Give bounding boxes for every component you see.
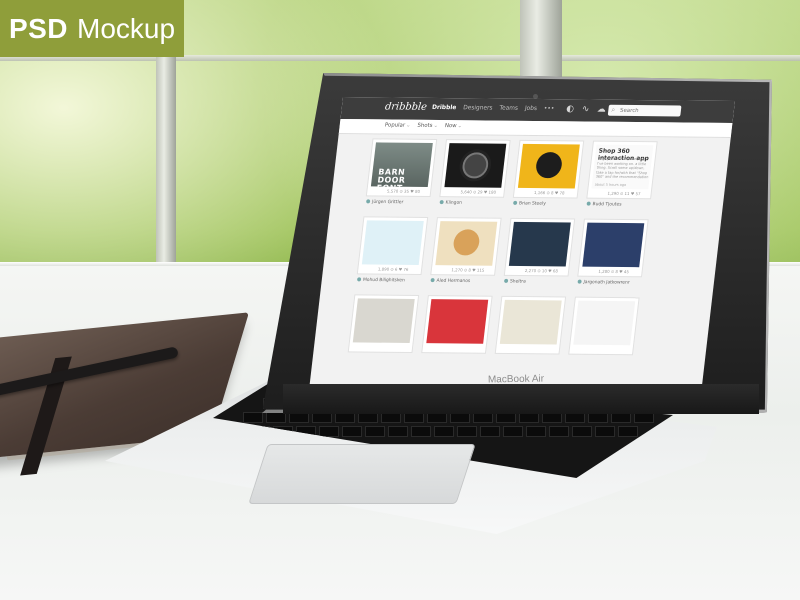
shot-frame: Shop 360 interaction app Hi guys, there … [587,141,657,199]
trackpad [248,444,476,504]
filter-popular[interactable]: Popular⌄ [384,122,410,128]
search-input[interactable] [607,104,682,117]
shot-author[interactable]: Brian Steely [512,200,546,207]
author-avatar [577,279,582,284]
shot-frame [422,296,492,353]
shot-card[interactable]: 1,890 ⊙ 6 ♥ 76 Mohud Bilighitsken [356,217,428,283]
author-avatar [430,278,435,283]
shot-frame: BARN DOOR FONT 5,570 ⊙ 35 ♥ 80 [366,139,437,196]
author-avatar [356,277,362,282]
shot-frame [348,295,419,352]
shot-card[interactable] [495,296,566,354]
shot-card[interactable]: 2,270 ⊙ 10 ♥ 68 Sheltra [503,218,575,285]
nav-item-dribble[interactable]: Dribble [432,104,457,111]
screen-bottom-bezel [283,384,759,414]
window-pillar-left [156,55,176,275]
shot-card[interactable]: 5,640 ⊙ 29 ♥ 180 Klingon [439,140,510,206]
author-avatar [586,201,591,206]
shot-card[interactable]: 1,166 ⊙ 8 ♥ 78 Brian Steely [512,140,584,207]
shot-thumbnail[interactable] [508,221,571,267]
laptop-model-label: MacBook Air [487,373,545,386]
shot-artwork-text: BARN DOOR FONT [376,167,406,187]
shot-stats: 1,166 ⊙ 8 ♥ 78 [533,190,565,196]
shot-thumbnail[interactable] [352,298,415,343]
shot-frame: 1,270 ⊙ 8 ♥ 115 [431,218,501,275]
shot-author[interactable]: Mohud Bilighitsken [356,277,405,283]
shot-stats: 1,290 ⊙ 11 ♥ 57 [607,190,641,197]
shot-card[interactable] [569,297,639,355]
upload-icon[interactable]: ☁ [596,105,606,115]
chevron-down-icon: ⌄ [433,122,439,130]
filter-now[interactable]: Now⌄ [444,123,462,129]
filter-list: Popular⌄ Shots⌄ Now⌄ [384,122,462,129]
shot-thumbnail[interactable] [435,221,498,266]
shot-thumbnail[interactable] [517,143,580,189]
shot-frame [495,296,566,354]
nav-item-jobs[interactable]: Jobs [524,105,537,112]
site-logo[interactable]: dribbble [384,101,427,112]
shot-frame [569,297,639,355]
shot-thumbnail[interactable] [444,143,507,188]
header-icons: ◐ ∿ ☁ [566,104,607,114]
shot-frame: 1,890 ⊙ 6 ♥ 76 [357,217,428,274]
shot-frame: 5,640 ⊙ 29 ♥ 180 [440,140,510,197]
shot-stats: 1,270 ⊙ 8 ♥ 115 [451,267,485,273]
shot-author[interactable]: Klingon [439,200,462,206]
sun-artwork [534,152,564,179]
shot-stats: 5,570 ⊙ 35 ♥ 80 [386,188,421,194]
shot-text-body: Hi guys, there is something I've been wo… [595,156,649,180]
filter-shots[interactable]: Shots⌄ [417,123,438,129]
nav-item-designers[interactable]: Designers [463,104,493,111]
shot-stats: 1,890 ⊙ 6 ♥ 76 [377,266,409,272]
badge-title-light: Mockup [77,12,176,44]
shot-card[interactable]: BARN DOOR FONT 5,570 ⊙ 35 ♥ 80 Jürgen Gr… [365,139,437,205]
shot-author[interactable]: Sheltra [503,278,526,285]
author-avatar [365,199,371,204]
badge-artwork [452,229,481,256]
nav-item-teams[interactable]: Teams [499,105,518,112]
shot-card[interactable]: 1,270 ⊙ 8 ♥ 115 Aled Hermanos [430,218,501,284]
activity-icon[interactable]: ∿ [581,104,590,114]
shot-frame: 1,280 ⊙ 8 ♥ 45 [578,219,648,277]
shot-author[interactable]: Jargonath Jatkowrenr [577,279,630,286]
shot-thumbnail[interactable] [426,299,489,344]
shot-thumbnail[interactable]: Shop 360 interaction app Hi guys, there … [591,144,654,190]
shot-stats: 1,280 ⊙ 8 ♥ 45 [598,268,630,275]
shot-card[interactable]: Shop 360 interaction app Hi guys, there … [586,141,657,207]
shot-thumbnail[interactable] [582,222,645,268]
shot-author[interactable]: Budd Tjoutes [586,201,622,207]
shot-text-footer: about 5 hours ago [594,182,627,187]
mockup-badge: PSD Mockup [0,0,184,57]
shot-thumbnail[interactable] [361,220,424,265]
avatar-icon[interactable]: ◐ [566,104,575,114]
shot-card[interactable]: 1,280 ⊙ 8 ♥ 45 Jargonath Jatkowrenr [577,219,648,286]
shot-thumbnail[interactable]: BARN DOOR FONT [370,142,433,187]
shot-thumbnail[interactable] [573,300,636,346]
shot-stats: 2,270 ⊙ 10 ♥ 68 [524,268,559,274]
nav-more-icon[interactable]: ••• [543,105,554,112]
window-pillar-right [520,0,562,82]
shot-card[interactable] [422,296,492,353]
photo-scene: MacBook Air dribbble Dribble Designers T… [0,0,800,600]
author-avatar [503,278,509,283]
shot-author[interactable]: Aled Hermanos [430,278,470,284]
badge-title-bold: PSD [8,12,69,44]
author-avatar [512,200,518,205]
shot-frame: 2,270 ⊙ 10 ♥ 68 [504,218,575,276]
chevron-down-icon: ⌄ [457,123,463,130]
main-nav: Dribble Designers Teams Jobs ••• [432,104,555,112]
chevron-down-icon: ⌄ [405,122,411,129]
shot-frame: 1,166 ⊙ 8 ♥ 78 [513,140,584,198]
shot-card[interactable] [348,295,419,352]
laptop-screen: dribbble Dribble Designers Teams Jobs ••… [309,97,735,391]
shot-thumbnail[interactable] [499,299,562,345]
shot-author[interactable]: Jürgen Grittler [365,199,404,205]
shot-stats: 5,640 ⊙ 29 ♥ 180 [460,189,497,195]
watch-artwork [461,152,490,179]
author-avatar [439,200,444,205]
